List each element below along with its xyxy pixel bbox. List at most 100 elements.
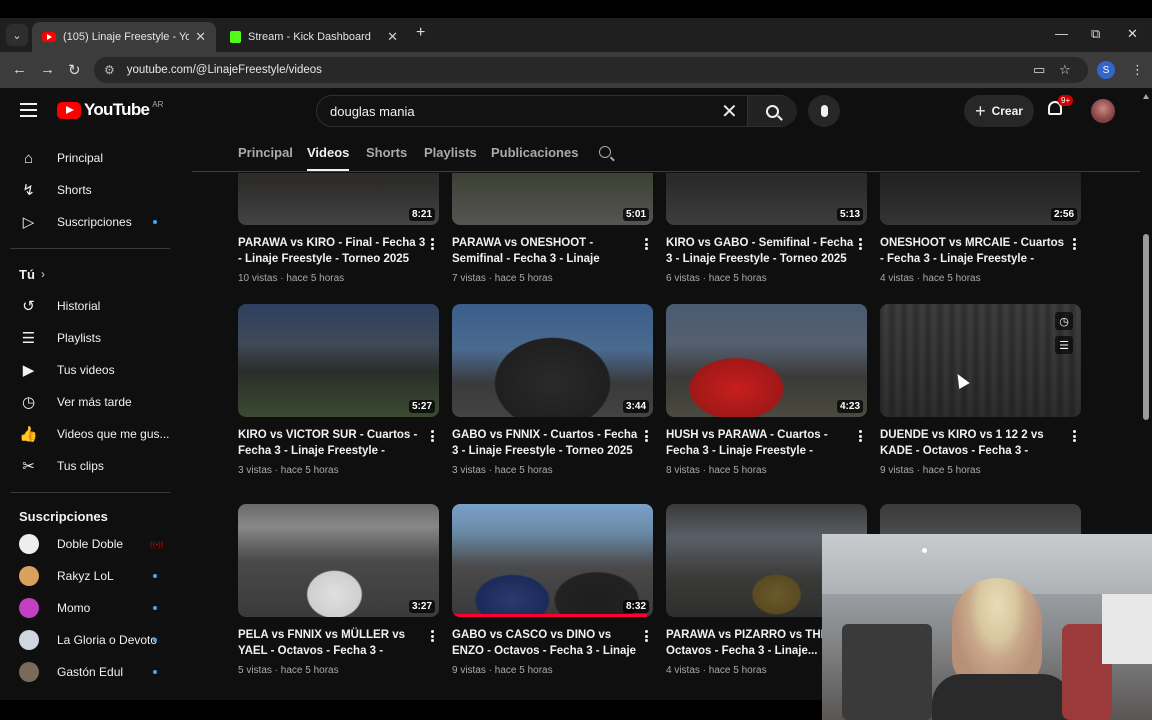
video-duration: 3:27 bbox=[408, 600, 435, 613]
video-title[interactable]: PELA vs FNNIX vs MÜLLER vs YAEL - Octavo… bbox=[238, 627, 426, 659]
sidebar-item-tus-videos[interactable]: ▶ Tus videos bbox=[0, 354, 180, 386]
restore-icon[interactable]: ⧉ bbox=[1091, 26, 1100, 42]
bookmark-star-icon[interactable]: ☆ bbox=[1059, 62, 1071, 78]
more-options-icon[interactable] bbox=[645, 630, 648, 642]
sidebar-item-label: Rakyz LoL bbox=[57, 569, 114, 583]
tab-playlists[interactable]: Playlists bbox=[424, 145, 477, 160]
tab-shorts[interactable]: Shorts bbox=[366, 145, 407, 160]
video-thumbnail[interactable]: 3:44 bbox=[452, 304, 653, 417]
more-options-icon[interactable] bbox=[859, 238, 862, 250]
more-options-icon[interactable] bbox=[431, 430, 434, 442]
video-thumbnail[interactable]: 5:27 bbox=[238, 304, 439, 417]
sidebar-sub-rakyz-lol[interactable]: Rakyz LoL bbox=[0, 560, 180, 592]
video-title[interactable]: DUENDE vs KIRO vs 1 12 2 vs KADE - Octav… bbox=[880, 427, 1068, 459]
notifications-button[interactable]: 9+ bbox=[1048, 95, 1074, 119]
sidebar-you-heading[interactable]: Tú › bbox=[0, 258, 180, 290]
video-title[interactable]: GABO vs CASCO vs DINO vs ENZO - Octavos … bbox=[452, 627, 640, 659]
new-content-dot bbox=[153, 670, 157, 674]
sidebar-sub-gaston-edul[interactable]: Gastón Edul bbox=[0, 656, 180, 688]
video-thumbnail[interactable]: 5:01 bbox=[452, 173, 653, 225]
tab-principal[interactable]: Principal bbox=[238, 145, 293, 160]
channel-tabs: Principal Videos Shorts Playlists Public… bbox=[192, 136, 1140, 172]
video-thumbnail[interactable]: 4:23 bbox=[666, 304, 867, 417]
sidebar-item-shorts[interactable]: ↯ Shorts bbox=[0, 174, 180, 206]
browser-tab-strip: ⌄ (105) Linaje Freestyle - YouTube ✕ Str… bbox=[0, 18, 1152, 52]
sidebar-item-liked-videos[interactable]: 👍 Videos que me gus... bbox=[0, 418, 180, 450]
video-title[interactable]: KIRO vs GABO - Semifinal - Fecha 3 - Lin… bbox=[666, 235, 854, 267]
video-thumbnail[interactable]: 3:27 bbox=[238, 504, 439, 617]
video-title[interactable]: ONESHOOT vs MRCAIE - Cuartos - Fecha 3 -… bbox=[880, 235, 1068, 267]
more-options-icon[interactable] bbox=[431, 238, 434, 250]
account-avatar[interactable] bbox=[1091, 99, 1115, 123]
sidebar-item-ver-mas-tarde[interactable]: ◷ Ver más tarde bbox=[0, 386, 180, 418]
sidebar-item-label: Videos que me gus... bbox=[57, 427, 170, 441]
more-options-icon[interactable] bbox=[859, 430, 862, 442]
channel-search-icon[interactable] bbox=[599, 146, 611, 158]
browser-profile-avatar[interactable]: S bbox=[1097, 61, 1115, 79]
close-tab-icon[interactable]: ✕ bbox=[387, 29, 398, 45]
url-bar[interactable]: ⚙ youtube.com/@LinajeFreestyle/videos bbox=[94, 57, 1088, 83]
close-window-icon[interactable]: ✕ bbox=[1127, 26, 1138, 42]
video-title[interactable]: KIRO vs VICTOR SUR - Cuartos - Fecha 3 -… bbox=[238, 427, 426, 459]
video-thumbnail[interactable]: 5:13 bbox=[666, 173, 867, 225]
search-input[interactable] bbox=[317, 103, 707, 119]
sidebar-item-label: Tus clips bbox=[57, 459, 104, 473]
tab-search-dropdown-button[interactable]: ⌄ bbox=[6, 24, 28, 46]
add-to-queue-icon[interactable]: ☰ bbox=[1055, 336, 1073, 354]
watch-later-icon[interactable]: ◷ bbox=[1055, 312, 1073, 330]
sidebar-divider bbox=[10, 492, 170, 493]
sidebar-item-label: Momo bbox=[57, 601, 91, 615]
scrollbar-thumb[interactable] bbox=[1143, 234, 1149, 420]
voice-search-button[interactable] bbox=[808, 95, 840, 127]
video-thumbnail[interactable]: 8:21 bbox=[238, 173, 439, 225]
sidebar-item-historial[interactable]: ↺ Historial bbox=[0, 290, 180, 322]
video-meta: 8 vistas · hace 5 horas bbox=[666, 465, 767, 476]
more-options-icon[interactable] bbox=[645, 238, 648, 250]
video-duration: 4:23 bbox=[836, 400, 863, 413]
tab-videos[interactable]: Videos bbox=[307, 145, 350, 171]
more-options-icon[interactable] bbox=[431, 630, 434, 642]
more-options-icon[interactable] bbox=[645, 430, 648, 442]
forward-arrow-icon[interactable]: → bbox=[40, 61, 55, 78]
sidebar-item-suscripciones[interactable]: ▷ Suscripciones bbox=[0, 206, 180, 238]
sidebar-item-label: La Gloria o Devoto bbox=[57, 633, 158, 647]
hamburger-menu-icon[interactable] bbox=[20, 103, 37, 117]
reload-icon[interactable]: ↻ bbox=[68, 61, 81, 79]
cast-icon[interactable]: ▭ bbox=[1033, 62, 1045, 78]
video-title[interactable]: HUSH vs PARAWA - Cuartos - Fecha 3 - Lin… bbox=[666, 427, 854, 459]
search-button[interactable] bbox=[747, 96, 797, 126]
more-options-icon[interactable] bbox=[1073, 430, 1076, 442]
video-thumbnail[interactable]: ◷ ☰ bbox=[880, 304, 1081, 417]
browser-menu-icon[interactable]: ⋮ bbox=[1131, 62, 1144, 78]
video-title[interactable]: PARAWA vs KIRO - Final - Fecha 3 - Linaj… bbox=[238, 235, 426, 267]
scroll-up-arrow-icon[interactable] bbox=[1143, 94, 1149, 99]
sidebar-item-principal[interactable]: ⌂ Principal bbox=[0, 142, 180, 174]
live-indicator-icon: ((•)) bbox=[150, 539, 164, 549]
new-content-dot bbox=[153, 220, 157, 224]
sidebar-item-label: Gastón Edul bbox=[57, 665, 124, 679]
sidebar-item-label: Playlists bbox=[57, 331, 102, 345]
clear-search-icon[interactable]: ✕ bbox=[721, 99, 738, 124]
browser-tab-youtube[interactable]: (105) Linaje Freestyle - YouTube ✕ bbox=[32, 22, 216, 52]
close-tab-icon[interactable]: ✕ bbox=[195, 29, 206, 45]
webcam-light bbox=[922, 548, 927, 553]
more-options-icon[interactable] bbox=[1073, 238, 1076, 250]
video-thumbnail[interactable]: 2:56 bbox=[880, 173, 1081, 225]
back-arrow-icon[interactable]: ← bbox=[12, 61, 27, 78]
sidebar-item-tus-clips[interactable]: ✂ Tus clips bbox=[0, 450, 180, 482]
video-meta: 9 vistas · hace 5 horas bbox=[880, 465, 981, 476]
video-title[interactable]: GABO vs FNNIX - Cuartos - Fecha 3 - Lina… bbox=[452, 427, 640, 459]
video-thumbnail[interactable]: 8:32 bbox=[452, 504, 653, 617]
video-title[interactable]: PARAWA vs ONESHOOT - Semifinal - Fecha 3… bbox=[452, 235, 640, 267]
site-settings-icon[interactable]: ⚙ bbox=[104, 63, 115, 77]
minimize-icon[interactable]: — bbox=[1055, 26, 1068, 41]
new-tab-icon[interactable]: + bbox=[416, 24, 425, 42]
sidebar-item-playlists[interactable]: ☰ Playlists bbox=[0, 322, 180, 354]
create-button[interactable]: + Crear bbox=[964, 95, 1034, 127]
sidebar-sub-doble-doble[interactable]: Doble Doble ((•)) bbox=[0, 528, 180, 560]
youtube-logo[interactable]: YouTube AR bbox=[57, 100, 163, 120]
tab-publicaciones[interactable]: Publicaciones bbox=[491, 145, 578, 160]
browser-tab-kick[interactable]: Stream - Kick Dashboard ✕ bbox=[220, 22, 408, 52]
sidebar-sub-momo[interactable]: Momo bbox=[0, 592, 180, 624]
sidebar-sub-la-gloria-o-devoto[interactable]: La Gloria o Devoto bbox=[0, 624, 180, 656]
